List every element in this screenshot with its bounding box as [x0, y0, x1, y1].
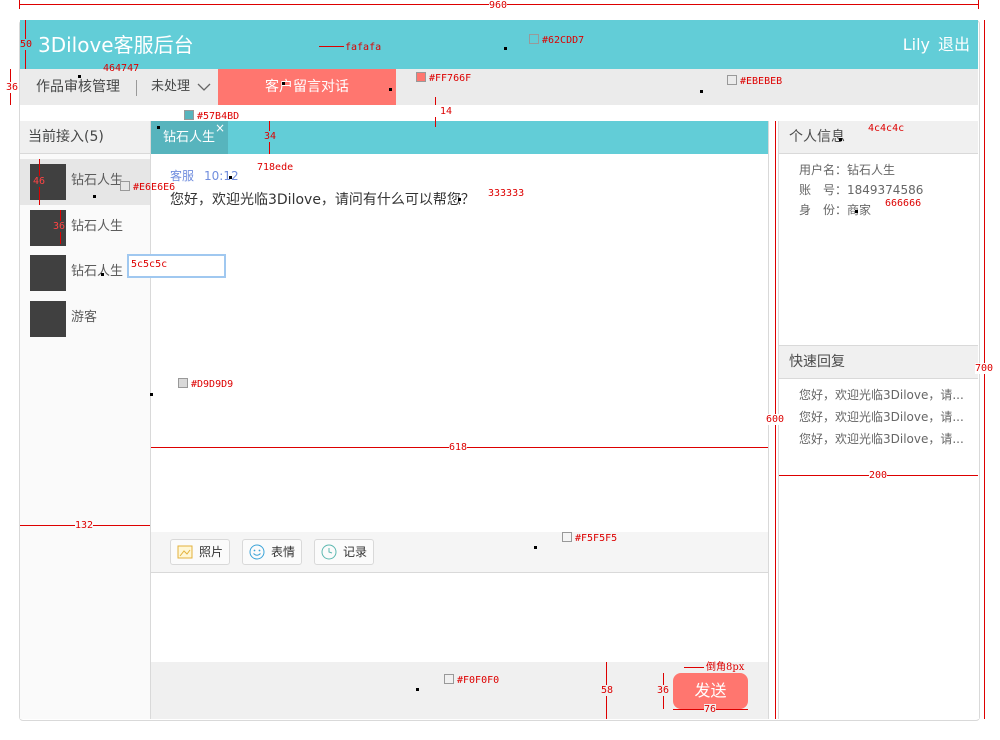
contact-name: 钻石人生	[71, 173, 124, 188]
annotation-nav-text-color: 464747	[103, 63, 140, 74]
annotation-panel-title-color: 4c4c4c	[868, 123, 905, 134]
annotation-border-color: #D9D9D9	[178, 378, 233, 390]
quick-reply-item[interactable]: 您好，欢迎光临3Dilove，请...	[799, 409, 967, 425]
annotation-header-50: 50	[20, 39, 33, 50]
nav-customer-chat[interactable]: 客户留言对话	[218, 69, 396, 105]
annotation-contact-text-color: 5c5c5c	[131, 259, 168, 270]
annotation-radius: 倒角8px	[706, 662, 745, 673]
nav-bar: 作品审核管理 未处理 客户留言对话	[20, 69, 978, 105]
annotation-tab-34: 34	[264, 131, 277, 142]
profile-role: 身 份：商家	[799, 203, 872, 217]
annotation-width-200: 200	[869, 470, 888, 481]
contact-item[interactable]: 钻石人生	[20, 205, 150, 251]
chat-tab-label: 钻石人生	[163, 130, 216, 145]
contact-count-title: 当前接入(5)	[28, 129, 104, 145]
annotation-nav-36: 36	[6, 82, 19, 93]
annotation-height-700: 700	[975, 363, 994, 374]
annotation-info-color: 666666	[885, 198, 922, 209]
contact-name: 钻石人生	[71, 219, 124, 234]
top-header: 3Dilove客服后台 Lily 退出	[20, 20, 978, 69]
message-area	[151, 154, 768, 532]
annotation-width-76: 76	[704, 704, 717, 715]
smiley-icon	[249, 544, 265, 560]
contact-name: 游客	[71, 310, 98, 325]
chat-tab-bar	[151, 121, 768, 154]
profile-username: 用户名：钻石人生	[799, 163, 896, 177]
avatar	[30, 301, 66, 337]
annotation-header-color: #62CDD7	[529, 34, 584, 46]
quick-reply-item[interactable]: 您好，欢迎光临3Dilove，请...	[799, 431, 967, 447]
user-area: Lily 退出	[895, 35, 970, 55]
nav-divider	[136, 80, 137, 96]
annotation-height-58: 58	[601, 685, 614, 696]
annotation-msg-color: 333333	[488, 188, 525, 199]
annotation-avatar-36: 36	[53, 221, 66, 232]
profile-account: 账 号：1849374586	[799, 183, 924, 197]
profile-title: 个人信息	[789, 129, 845, 145]
logout-link[interactable]: 退出	[938, 35, 970, 54]
contact-list-header: 当前接入(5)	[20, 121, 150, 154]
avatar	[30, 255, 66, 291]
annotation-tab-color: #57B4BD	[184, 110, 239, 122]
annotation-sendbar-color: #F0F0F0	[444, 674, 499, 686]
photo-button[interactable]: 照片	[170, 539, 230, 565]
history-button[interactable]: 记录	[314, 539, 374, 565]
chat-tab[interactable]: 钻石人生 ×	[151, 121, 228, 154]
app-title: 3Dilove客服后台	[38, 33, 194, 57]
photo-label: 照片	[199, 545, 224, 559]
annotation-active-contact-color: #E6E6E6	[120, 181, 175, 193]
annotation-toolbar-color: #F5F5F5	[562, 532, 617, 544]
quick-reply-item[interactable]: 您好，欢迎光临3Dilove，请...	[799, 387, 967, 403]
annotation-width-618: 618	[449, 442, 468, 453]
quick-reply-title: 快速回复	[789, 354, 845, 370]
chevron-down-icon[interactable]	[196, 69, 212, 105]
status-filter[interactable]: 未处理	[151, 69, 190, 105]
annotation-width-132: 132	[75, 520, 94, 531]
annotation-nav-bg-color: #EBEBEB	[727, 75, 782, 87]
annotation-meta-color: 718ede	[257, 162, 294, 173]
message-time: 10:12	[204, 169, 239, 183]
emoji-label: 表情	[271, 545, 296, 559]
emoji-button[interactable]: 表情	[242, 539, 302, 565]
message-input[interactable]	[151, 573, 768, 662]
annotation-height-36: 36	[657, 685, 670, 696]
quick-reply-header: 快速回复	[779, 345, 978, 379]
annotation-width-960: 960	[489, 0, 508, 11]
annotation-gap-14: 14	[440, 106, 453, 117]
annotation-fafafa: fafafa	[345, 42, 382, 53]
message-text: 您好，欢迎光临3Dilove，请问有什么可以帮您？	[170, 192, 475, 208]
close-icon[interactable]: ×	[215, 121, 225, 135]
annotation-nav-active-color: #FF766F	[416, 72, 471, 84]
username[interactable]: Lily	[903, 35, 930, 54]
clock-icon	[321, 544, 337, 560]
photo-icon	[177, 545, 193, 559]
annotation-height-600: 600	[766, 414, 785, 425]
contact-name: 钻石人生	[71, 264, 124, 279]
contact-item[interactable]: 游客	[20, 296, 150, 342]
annotation-row-46: 46	[33, 176, 46, 187]
history-label: 记录	[343, 545, 368, 559]
